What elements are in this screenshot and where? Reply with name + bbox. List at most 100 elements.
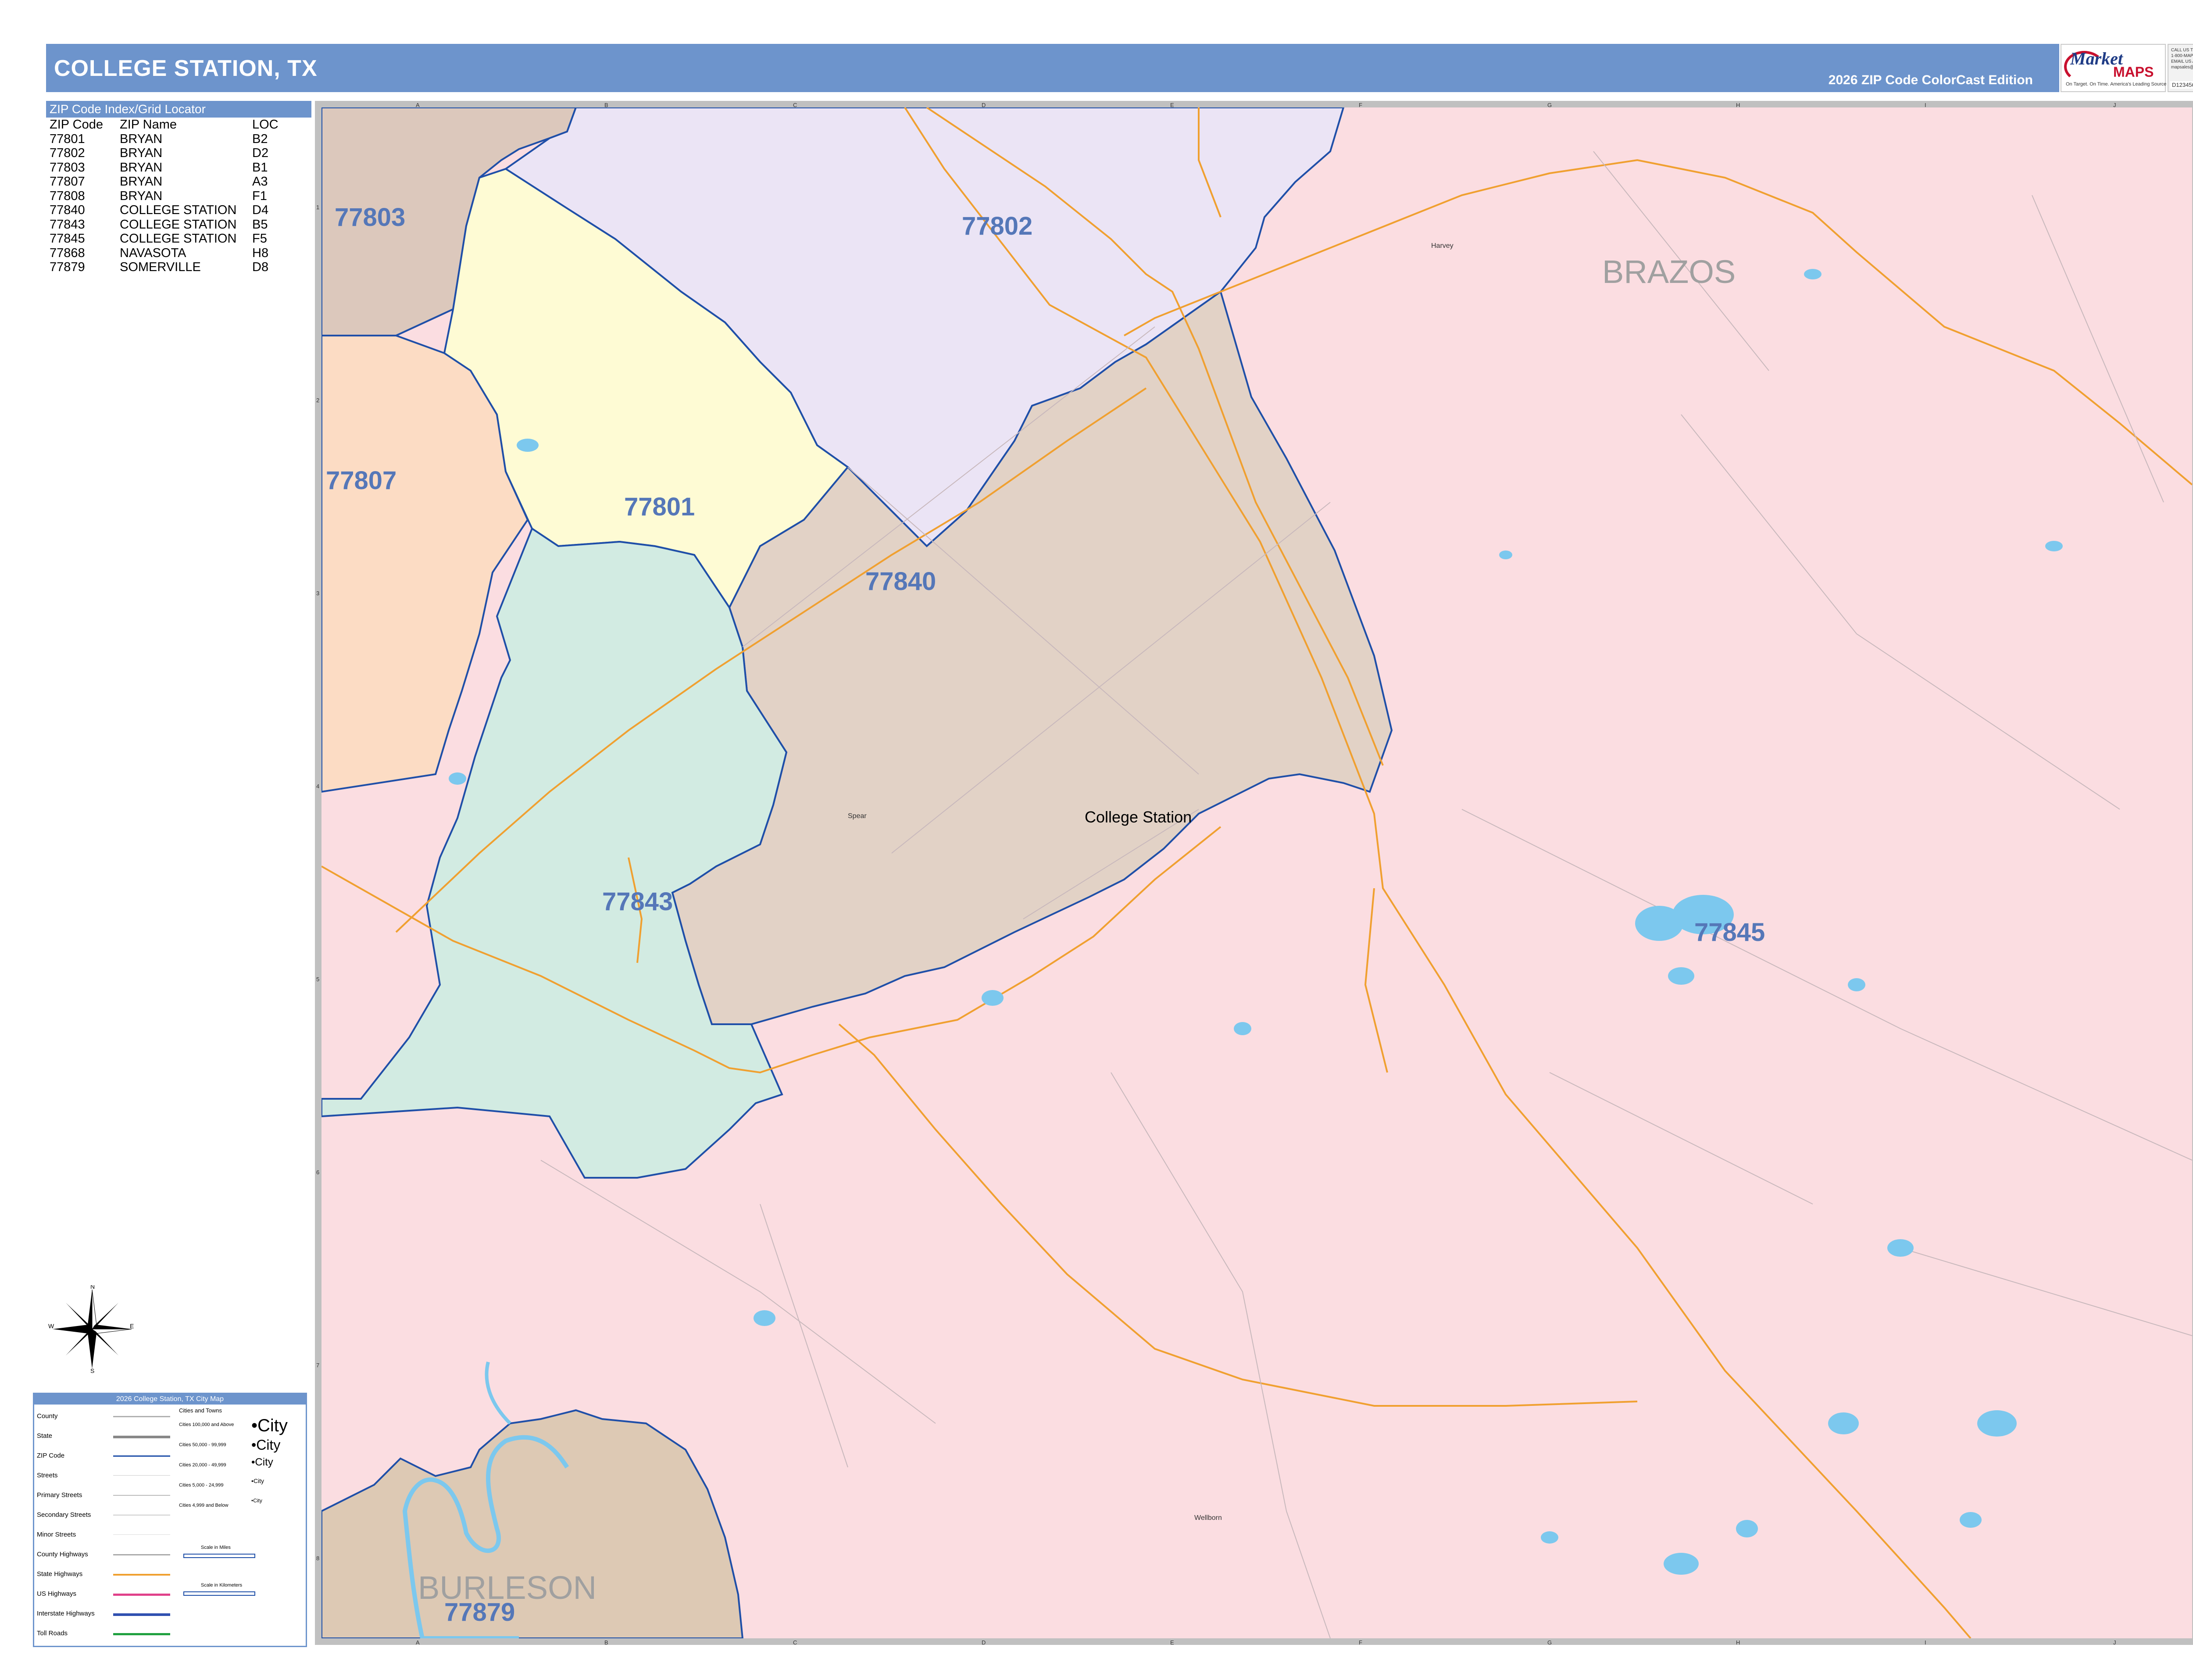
legend-line-swatch (113, 1515, 170, 1516)
lake (1234, 1022, 1251, 1035)
lake (1887, 1239, 1914, 1257)
zip-index-heading: ZIP Code Index/Grid Locator (46, 101, 311, 118)
lake (754, 1310, 775, 1326)
grid-column-label: B (604, 102, 608, 108)
legend-line-swatch (113, 1554, 170, 1555)
loc-cell: H8 (252, 246, 269, 260)
legend-item: Streets (37, 1472, 58, 1479)
grid-column-label: B (604, 1639, 608, 1646)
zip-code-cell: 77845 (50, 232, 85, 246)
zip-index-row: 77808 BRYAN F1 (46, 189, 311, 204)
zip-code-cell: 77802 (50, 146, 85, 160)
secondary-road (1900, 1247, 2192, 1336)
zip-index-row: 77845 COLLEGE STATION F5 (46, 232, 311, 246)
lake (1960, 1512, 1982, 1528)
zip-name-cell: BRYAN (120, 175, 163, 189)
zip-code-cell: 77803 (50, 160, 85, 175)
county-label: BRAZOS (1602, 254, 1736, 290)
zip-name-cell: COLLEGE STATION (120, 217, 237, 232)
zip-index-row: 77868 NAVASOTA H8 (46, 246, 311, 261)
contact-box: CALL US TOLL FREE 1-800-MAP-8877 EMAIL U… (2168, 44, 2193, 92)
highway-line (838, 1023, 1638, 1407)
lake (2045, 541, 2063, 551)
city-sample-4: •City (251, 1477, 264, 1484)
product-code: D123456 (2170, 81, 2193, 89)
grid-column-label: G (1547, 102, 1552, 108)
lake (449, 772, 466, 785)
zip-index-row: 77807 BRYAN A3 (46, 175, 311, 189)
grid-column-label: A (416, 102, 420, 108)
grid-column-label: D (982, 1639, 986, 1646)
zip-index-row: 77879 SOMERVILLE D8 (46, 260, 311, 275)
loc-cell: F1 (252, 189, 267, 203)
zip-name-cell: BRYAN (120, 132, 163, 146)
lake (1499, 550, 1512, 559)
lake (1736, 1520, 1758, 1537)
grid-column-label: A (416, 1639, 420, 1646)
zip-index-row: 77843 COLLEGE STATION B5 (46, 218, 311, 232)
zip-index-header-row: ZIP Code ZIP Name LOC (46, 118, 311, 132)
secondary-road (540, 1160, 936, 1424)
grid-column-label: H (1736, 1639, 1740, 1646)
grid-column-label: E (1170, 102, 1174, 108)
zip-code-cell: 77840 (50, 203, 85, 217)
scale-miles-bar (183, 1554, 255, 1558)
secondary-road (2032, 195, 2164, 503)
zip-code-cell: 77868 (50, 246, 85, 260)
col-zip-name: ZIP Name (120, 118, 177, 132)
legend-line-swatch (113, 1436, 170, 1438)
contact-line: 1-800-MAP-8877 (2171, 54, 2193, 58)
compass-e: E (130, 1323, 134, 1330)
grid-column-label: C (793, 1639, 797, 1646)
zip-code-cell: 77801 (50, 132, 85, 146)
col-loc: LOC (252, 118, 279, 132)
grid-column-label: F (1359, 1639, 1362, 1646)
secondary-road (1549, 1072, 1813, 1205)
zip-code-cell: 77843 (50, 217, 85, 232)
grid-row-label: 5 (316, 976, 320, 983)
legend-item: State (37, 1432, 53, 1440)
grid-row-label: 4 (316, 783, 320, 790)
city-sample-5: •City (251, 1498, 262, 1504)
grid-column-label: J (2113, 102, 2116, 108)
grid-row-label: 1 (316, 204, 320, 211)
compass-w: W (48, 1323, 54, 1330)
zip-label: 77840 (865, 567, 936, 596)
legend-item: County (37, 1412, 58, 1420)
page-title: COLLEGE STATION, TX (54, 56, 318, 81)
zip-name-cell: BRYAN (120, 189, 163, 203)
loc-cell: B5 (252, 217, 268, 232)
zip-name-cell: BRYAN (120, 146, 163, 160)
zip-code-map: 77803 77802 77807 77801 77840 77843 77845 77879… (321, 107, 2192, 1638)
legend-city-size: Cities 100,000 and Above (179, 1422, 234, 1427)
grid-column-label: H (1736, 102, 1740, 108)
secondary-road (1111, 1072, 1331, 1638)
zip-label: 77807 (326, 466, 396, 495)
market-maps-logo: Market MAPS On Target. On Time. America'… (2061, 44, 2193, 92)
lake (1541, 1531, 1558, 1544)
city-sample-3: •City (251, 1456, 273, 1468)
legend-line-swatch (113, 1475, 170, 1476)
grid-row-label: 7 (316, 1362, 320, 1369)
zip-code-cell: 77808 (50, 189, 85, 203)
city-label-college-station: College Station (1085, 808, 1192, 826)
lake (1977, 1410, 2017, 1437)
city-sample-2: •City (251, 1437, 281, 1453)
scale-km-bar (183, 1591, 255, 1596)
lake (1668, 967, 1694, 985)
lake (1804, 269, 1822, 279)
zip-name-cell: BRYAN (120, 160, 163, 175)
legend-line-swatch (113, 1574, 170, 1576)
compass-rose-icon: N S E W (48, 1285, 134, 1373)
city-sample-1: •City (251, 1416, 288, 1435)
lake (1828, 1412, 1859, 1434)
legend-heading: 2026 College Station, TX City Map (34, 1394, 306, 1405)
loc-cell: D8 (252, 260, 269, 274)
secondary-road (760, 1204, 848, 1468)
cities-heading: Cities and Towns (179, 1407, 222, 1414)
zip-label: 77845 (1694, 918, 1765, 947)
place-label: Wellborn (1194, 1514, 1222, 1522)
legend-item: Toll Roads (37, 1630, 68, 1637)
legend-line-swatch (113, 1534, 170, 1535)
zip-label: 77801 (624, 493, 695, 521)
